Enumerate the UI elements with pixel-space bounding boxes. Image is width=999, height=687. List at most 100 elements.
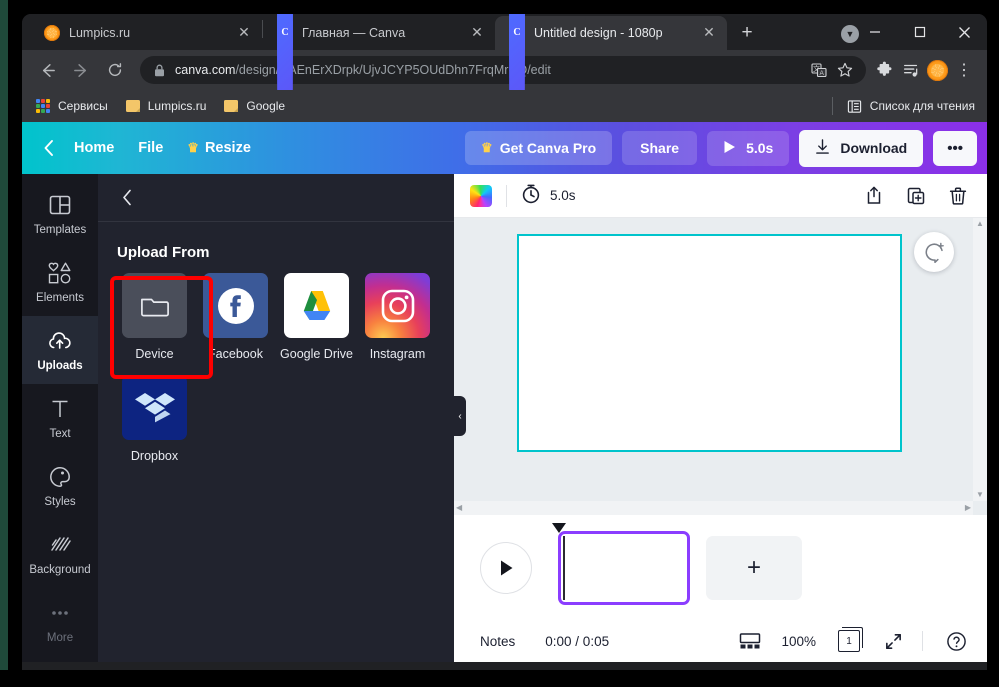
facebook-icon (217, 287, 254, 324)
sidebar-item-label: Styles (44, 496, 76, 508)
panel-back-icon[interactable] (114, 185, 140, 211)
page-count-icon[interactable]: 1 (834, 626, 864, 656)
browser-window: Lumpics.ru ✕ C Главная — Canva ✕ C Untit… (22, 14, 987, 670)
browser-tab-untitled-design[interactable]: C Untitled design - 1080p ✕ (495, 14, 727, 303)
tab-title: Главная — Canva (302, 26, 406, 40)
folder-icon (224, 100, 239, 112)
home-button[interactable]: Home (62, 133, 126, 163)
scroll-right-arrow[interactable]: ▶ (965, 504, 971, 512)
scroll-up-arrow[interactable]: ▲ (976, 220, 984, 228)
bookmark-services[interactable]: Сервисы (36, 99, 108, 113)
device-tile (122, 273, 187, 338)
collapse-panel-icon[interactable]: ‹ (454, 396, 466, 436)
reload-icon[interactable] (100, 55, 130, 85)
present-play-button[interactable]: 5.0s (707, 130, 790, 166)
more-options-button[interactable]: ••• (933, 130, 977, 166)
bookmark-lumpics[interactable]: Lumpics.ru (125, 99, 206, 113)
timeline-play-button[interactable] (480, 541, 532, 594)
timer-icon[interactable] (521, 183, 541, 209)
sidebar-item-label: Uploads (37, 360, 83, 372)
browser-menu-icon[interactable]: ⋮ (951, 55, 977, 85)
sidebar-item-uploads[interactable]: Uploads (22, 316, 98, 384)
sidebar-item-more[interactable]: More (22, 588, 98, 656)
horizontal-scrollbar[interactable]: ◀ ▶ (454, 501, 973, 515)
sidebar-item-text[interactable]: Text (22, 384, 98, 452)
profile-avatar[interactable] (927, 59, 948, 81)
upload-source-dropbox[interactable]: Dropbox (114, 375, 195, 463)
canva-toolbar: Home File ♛ Resize ♛ Get Canva Pro Share… (22, 122, 987, 174)
page-grid-icon[interactable] (735, 626, 765, 656)
folder-icon (140, 298, 169, 316)
canvas-area[interactable]: ‹ ▲ ▼ ◀ ▶ (454, 218, 987, 515)
bookmark-google[interactable]: Google (224, 99, 285, 113)
translate-icon[interactable]: 文A (808, 59, 830, 81)
minimize-icon[interactable] (852, 14, 897, 50)
back-icon[interactable] (36, 135, 62, 161)
new-tab-button[interactable]: + (733, 19, 761, 47)
upload-source-google-drive[interactable]: Google Drive (276, 273, 357, 361)
playback-time-label: 0:00 / 0:05 (545, 633, 610, 649)
sidebar-item-background[interactable]: Background (22, 520, 98, 588)
download-icon (815, 138, 830, 158)
get-canva-pro-button[interactable]: ♛ Get Canva Pro (465, 131, 613, 165)
help-icon[interactable] (941, 626, 971, 656)
sidebar-item-label: Elements (36, 292, 84, 304)
forward-icon[interactable] (66, 55, 96, 85)
google-drive-icon (303, 290, 330, 320)
crown-icon: ♛ (187, 140, 199, 155)
page-thumbnail-1[interactable] (558, 530, 690, 605)
file-menu-button[interactable]: File (126, 133, 175, 163)
upload-source-facebook[interactable]: Facebook (195, 273, 276, 361)
notes-button[interactable]: Notes (480, 634, 515, 649)
zoom-level-label[interactable]: 100% (781, 634, 816, 649)
bookmark-label: Google (246, 99, 286, 113)
rainbow-swatch-icon[interactable] (470, 184, 492, 207)
scroll-down-arrow[interactable]: ▼ (976, 491, 984, 499)
extensions-icon[interactable] (872, 55, 898, 85)
scroll-left-arrow[interactable]: ◀ (456, 504, 462, 512)
dropbox-icon (134, 392, 175, 422)
upload-source-device[interactable]: Device (114, 273, 195, 361)
omnibox[interactable]: canva.com/design/DAEnErXDrpk/UjvJCYP5OUd… (140, 56, 866, 84)
url-domain: canva.com (175, 63, 236, 77)
add-comment-icon[interactable] (914, 232, 954, 272)
uploads-panel: Upload From Device Facebook Google Drive… (98, 174, 454, 662)
sidebar-item-styles[interactable]: Styles (22, 452, 98, 520)
close-window-icon[interactable] (942, 14, 987, 50)
star-icon[interactable] (834, 59, 856, 81)
sidebar-item-elements[interactable]: Elements (22, 248, 98, 316)
reading-list-icon[interactable] (898, 55, 924, 85)
add-page-icon[interactable] (859, 181, 889, 211)
sidebar-item-label: Background (29, 564, 91, 576)
divider (831, 97, 833, 115)
sidebar-item-templates[interactable]: Templates (22, 180, 98, 248)
tab-title: Untitled design - 1080p (534, 26, 663, 40)
close-icon[interactable]: ✕ (469, 25, 485, 41)
bookmark-label: Сервисы (58, 99, 108, 113)
browser-tab-canva-home[interactable]: C Главная — Canva ✕ (263, 14, 495, 303)
reading-list-panel-icon (847, 99, 861, 113)
styles-palette-icon (48, 464, 72, 490)
sidebar-item-label: More (46, 632, 74, 644)
close-icon[interactable]: ✕ (236, 25, 252, 41)
editor-stage: 5.0s ‹ ▲ ▼ ◀ ▶ + Notes 0:00 / 0:05 100% … (454, 174, 987, 662)
back-icon[interactable] (32, 55, 62, 85)
reading-list-button[interactable]: Список для чтения (831, 97, 975, 115)
delete-page-icon[interactable] (943, 181, 973, 211)
add-page-button[interactable]: + (706, 535, 802, 600)
upload-source-instagram[interactable]: Instagram (357, 273, 438, 361)
duplicate-page-icon[interactable] (901, 181, 931, 211)
upload-source-label: Instagram (369, 347, 426, 361)
browser-tab-lumpics[interactable]: Lumpics.ru ✕ (30, 16, 262, 50)
panel-header (98, 174, 454, 222)
design-page[interactable] (517, 234, 902, 452)
close-icon[interactable]: ✕ (701, 25, 717, 41)
upload-source-label: Device (135, 347, 174, 361)
download-button[interactable]: Download (799, 129, 924, 167)
share-button[interactable]: Share (622, 131, 698, 165)
resize-button[interactable]: ♛ Resize (175, 133, 263, 163)
vertical-scrollbar[interactable]: ▲ ▼ (973, 218, 987, 501)
maximize-icon[interactable] (897, 14, 942, 50)
fullscreen-icon[interactable] (878, 626, 908, 656)
bottom-bezel (0, 670, 999, 687)
